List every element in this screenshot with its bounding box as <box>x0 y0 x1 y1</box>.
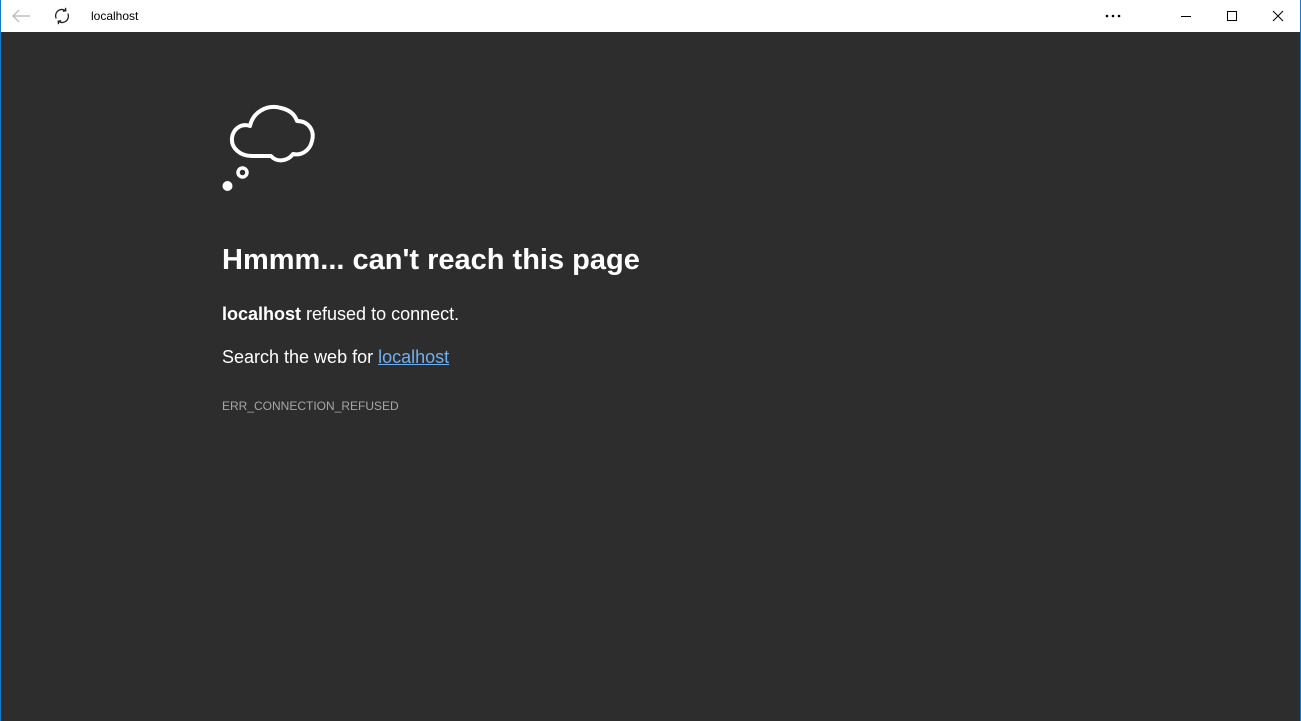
browser-window: localhost Hmmm... can't reach this page … <box>0 0 1301 721</box>
refresh-icon <box>54 7 70 25</box>
search-suggestion: Search the web for localhost <box>222 346 449 368</box>
error-message: localhost refused to connect. <box>222 303 459 325</box>
error-message-text: refused to connect. <box>306 304 460 324</box>
minimize-icon <box>1181 16 1191 17</box>
more-ellipsis-icon <box>1105 14 1121 18</box>
error-heading: Hmmm... can't reach this page <box>222 244 640 276</box>
search-link[interactable]: localhost <box>378 347 449 367</box>
address-bar[interactable]: localhost <box>91 9 138 23</box>
maximize-button[interactable] <box>1209 0 1255 32</box>
more-button[interactable] <box>1095 0 1131 32</box>
error-code: ERR_CONNECTION_REFUSED <box>222 399 399 413</box>
title-bar: localhost <box>1 0 1300 32</box>
search-prefix: Search the web for <box>222 347 374 367</box>
minimize-button[interactable] <box>1163 0 1209 32</box>
back-arrow-icon <box>12 9 30 23</box>
close-button[interactable] <box>1255 0 1301 32</box>
error-host: localhost <box>222 304 302 324</box>
close-icon <box>1272 10 1284 22</box>
error-page: Hmmm... can't reach this page localhost … <box>1 32 1300 721</box>
thought-cloud-icon <box>222 105 315 191</box>
maximize-icon <box>1227 11 1237 21</box>
back-button[interactable] <box>1 0 41 32</box>
refresh-button[interactable] <box>43 0 81 32</box>
